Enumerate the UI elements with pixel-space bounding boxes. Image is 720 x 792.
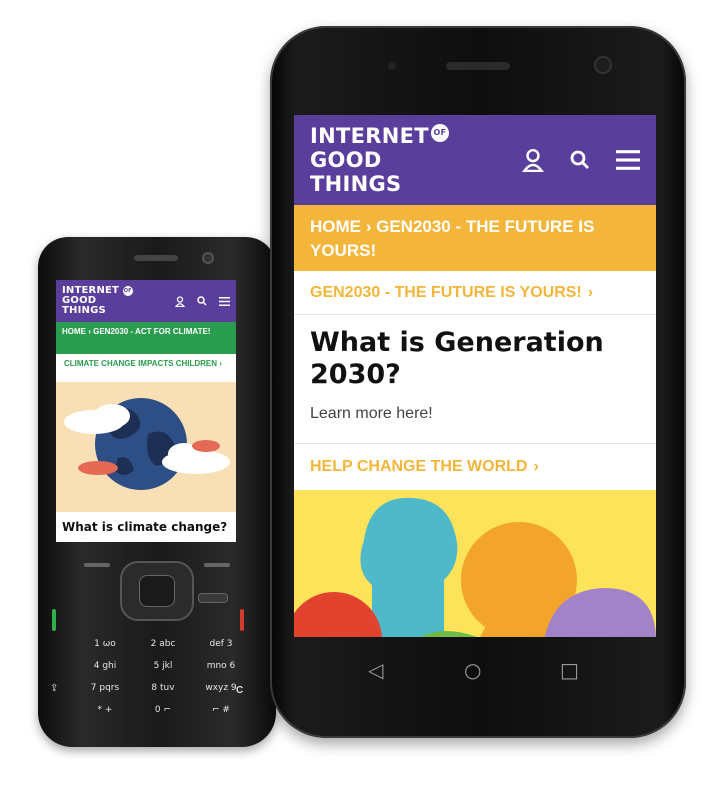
site-header: INTERNET OF GOOD THINGS	[56, 280, 236, 322]
people-illustration	[294, 490, 656, 637]
left-softkey[interactable]	[84, 563, 110, 567]
earpiece	[134, 255, 178, 261]
feature-phone-screen: INTERNET OF GOOD THINGS HOME › GEN2030 -…	[56, 280, 236, 542]
key-8[interactable]: 8 tuv	[136, 681, 190, 695]
search-icon[interactable]	[197, 296, 207, 306]
breadcrumb[interactable]: HOME › GEN2030 - ACT FOR CLIMATE!	[56, 322, 236, 354]
shift-key-icon[interactable]: ⇪	[50, 683, 58, 694]
home-icon[interactable]: ○	[464, 660, 481, 680]
help-change-link[interactable]: HELP CHANGE THE WORLD ›	[294, 444, 656, 490]
feature-phone: INTERNET OF GOOD THINGS HOME › GEN2030 -…	[38, 237, 276, 747]
key-5[interactable]: 5 jkl	[136, 659, 190, 673]
camera-lens	[202, 252, 214, 264]
climate-illustration	[56, 382, 236, 512]
key-hash[interactable]: ⌐ #	[194, 703, 248, 717]
end-key[interactable]	[240, 609, 244, 631]
key-7[interactable]: 7 pqrs	[78, 681, 132, 695]
key-c[interactable]: C	[236, 685, 243, 696]
site-logo[interactable]: INTERNET OF GOOD THINGS	[62, 286, 142, 316]
key-star[interactable]: * +	[78, 703, 132, 717]
right-softkey[interactable]	[204, 563, 230, 567]
smartphone-screen: INTERNET OF GOOD THINGS HOME › GEN2030 - …	[294, 115, 656, 637]
keypad: 1 ωο 2 abc def 3 4 ghi 5 jkl mno 6 7 pqr…	[38, 549, 276, 747]
key-0[interactable]: 0 ⌐	[136, 703, 190, 717]
clear-key[interactable]	[198, 593, 228, 603]
call-key[interactable]	[52, 609, 56, 631]
android-nav-bar: ◁ ○ □	[270, 642, 686, 702]
speaker-grille	[446, 62, 510, 70]
key-3[interactable]: def 3	[194, 637, 248, 651]
chevron-right-icon: ›	[587, 283, 594, 301]
learn-more-link[interactable]: Learn more here!	[294, 395, 656, 439]
subsection-link[interactable]: CLIMATE CHANGE IMPACTS CHILDREN ›	[56, 354, 236, 382]
key-6[interactable]: mno 6	[194, 659, 248, 673]
nav-pad[interactable]	[120, 561, 194, 621]
key-2[interactable]: 2 abc	[136, 637, 190, 651]
card-title[interactable]: What is climate change?	[56, 512, 236, 542]
site-header: INTERNET OF GOOD THINGS	[294, 115, 656, 205]
user-icon[interactable]	[175, 295, 185, 307]
key-4[interactable]: 4 ghi	[78, 659, 132, 673]
front-camera	[594, 56, 612, 74]
number-keys: 1 ωο 2 abc def 3 4 ghi 5 jkl mno 6 7 pqr…	[78, 637, 248, 717]
proximity-sensor	[388, 62, 396, 70]
select-key[interactable]	[139, 575, 175, 607]
key-1[interactable]: 1 ωο	[78, 637, 132, 651]
back-icon[interactable]: ◁	[368, 660, 383, 680]
chevron-right-icon: ›	[533, 458, 539, 475]
site-logo[interactable]: INTERNET OF GOOD THINGS	[310, 124, 460, 196]
user-icon[interactable]	[522, 148, 544, 172]
search-icon[interactable]	[570, 150, 590, 170]
recents-icon[interactable]: □	[560, 660, 579, 680]
subsection-link[interactable]: GEN2030 - THE FUTURE IS YOURS! ›	[294, 271, 656, 315]
menu-icon[interactable]	[616, 150, 640, 170]
page-title: What is Generation 2030?	[310, 327, 604, 390]
smartphone: INTERNET OF GOOD THINGS HOME › GEN2030 - …	[270, 26, 686, 738]
menu-icon[interactable]	[219, 296, 230, 306]
breadcrumb[interactable]: HOME › GEN2030 - THE FUTURE IS YOURS!	[294, 205, 656, 271]
